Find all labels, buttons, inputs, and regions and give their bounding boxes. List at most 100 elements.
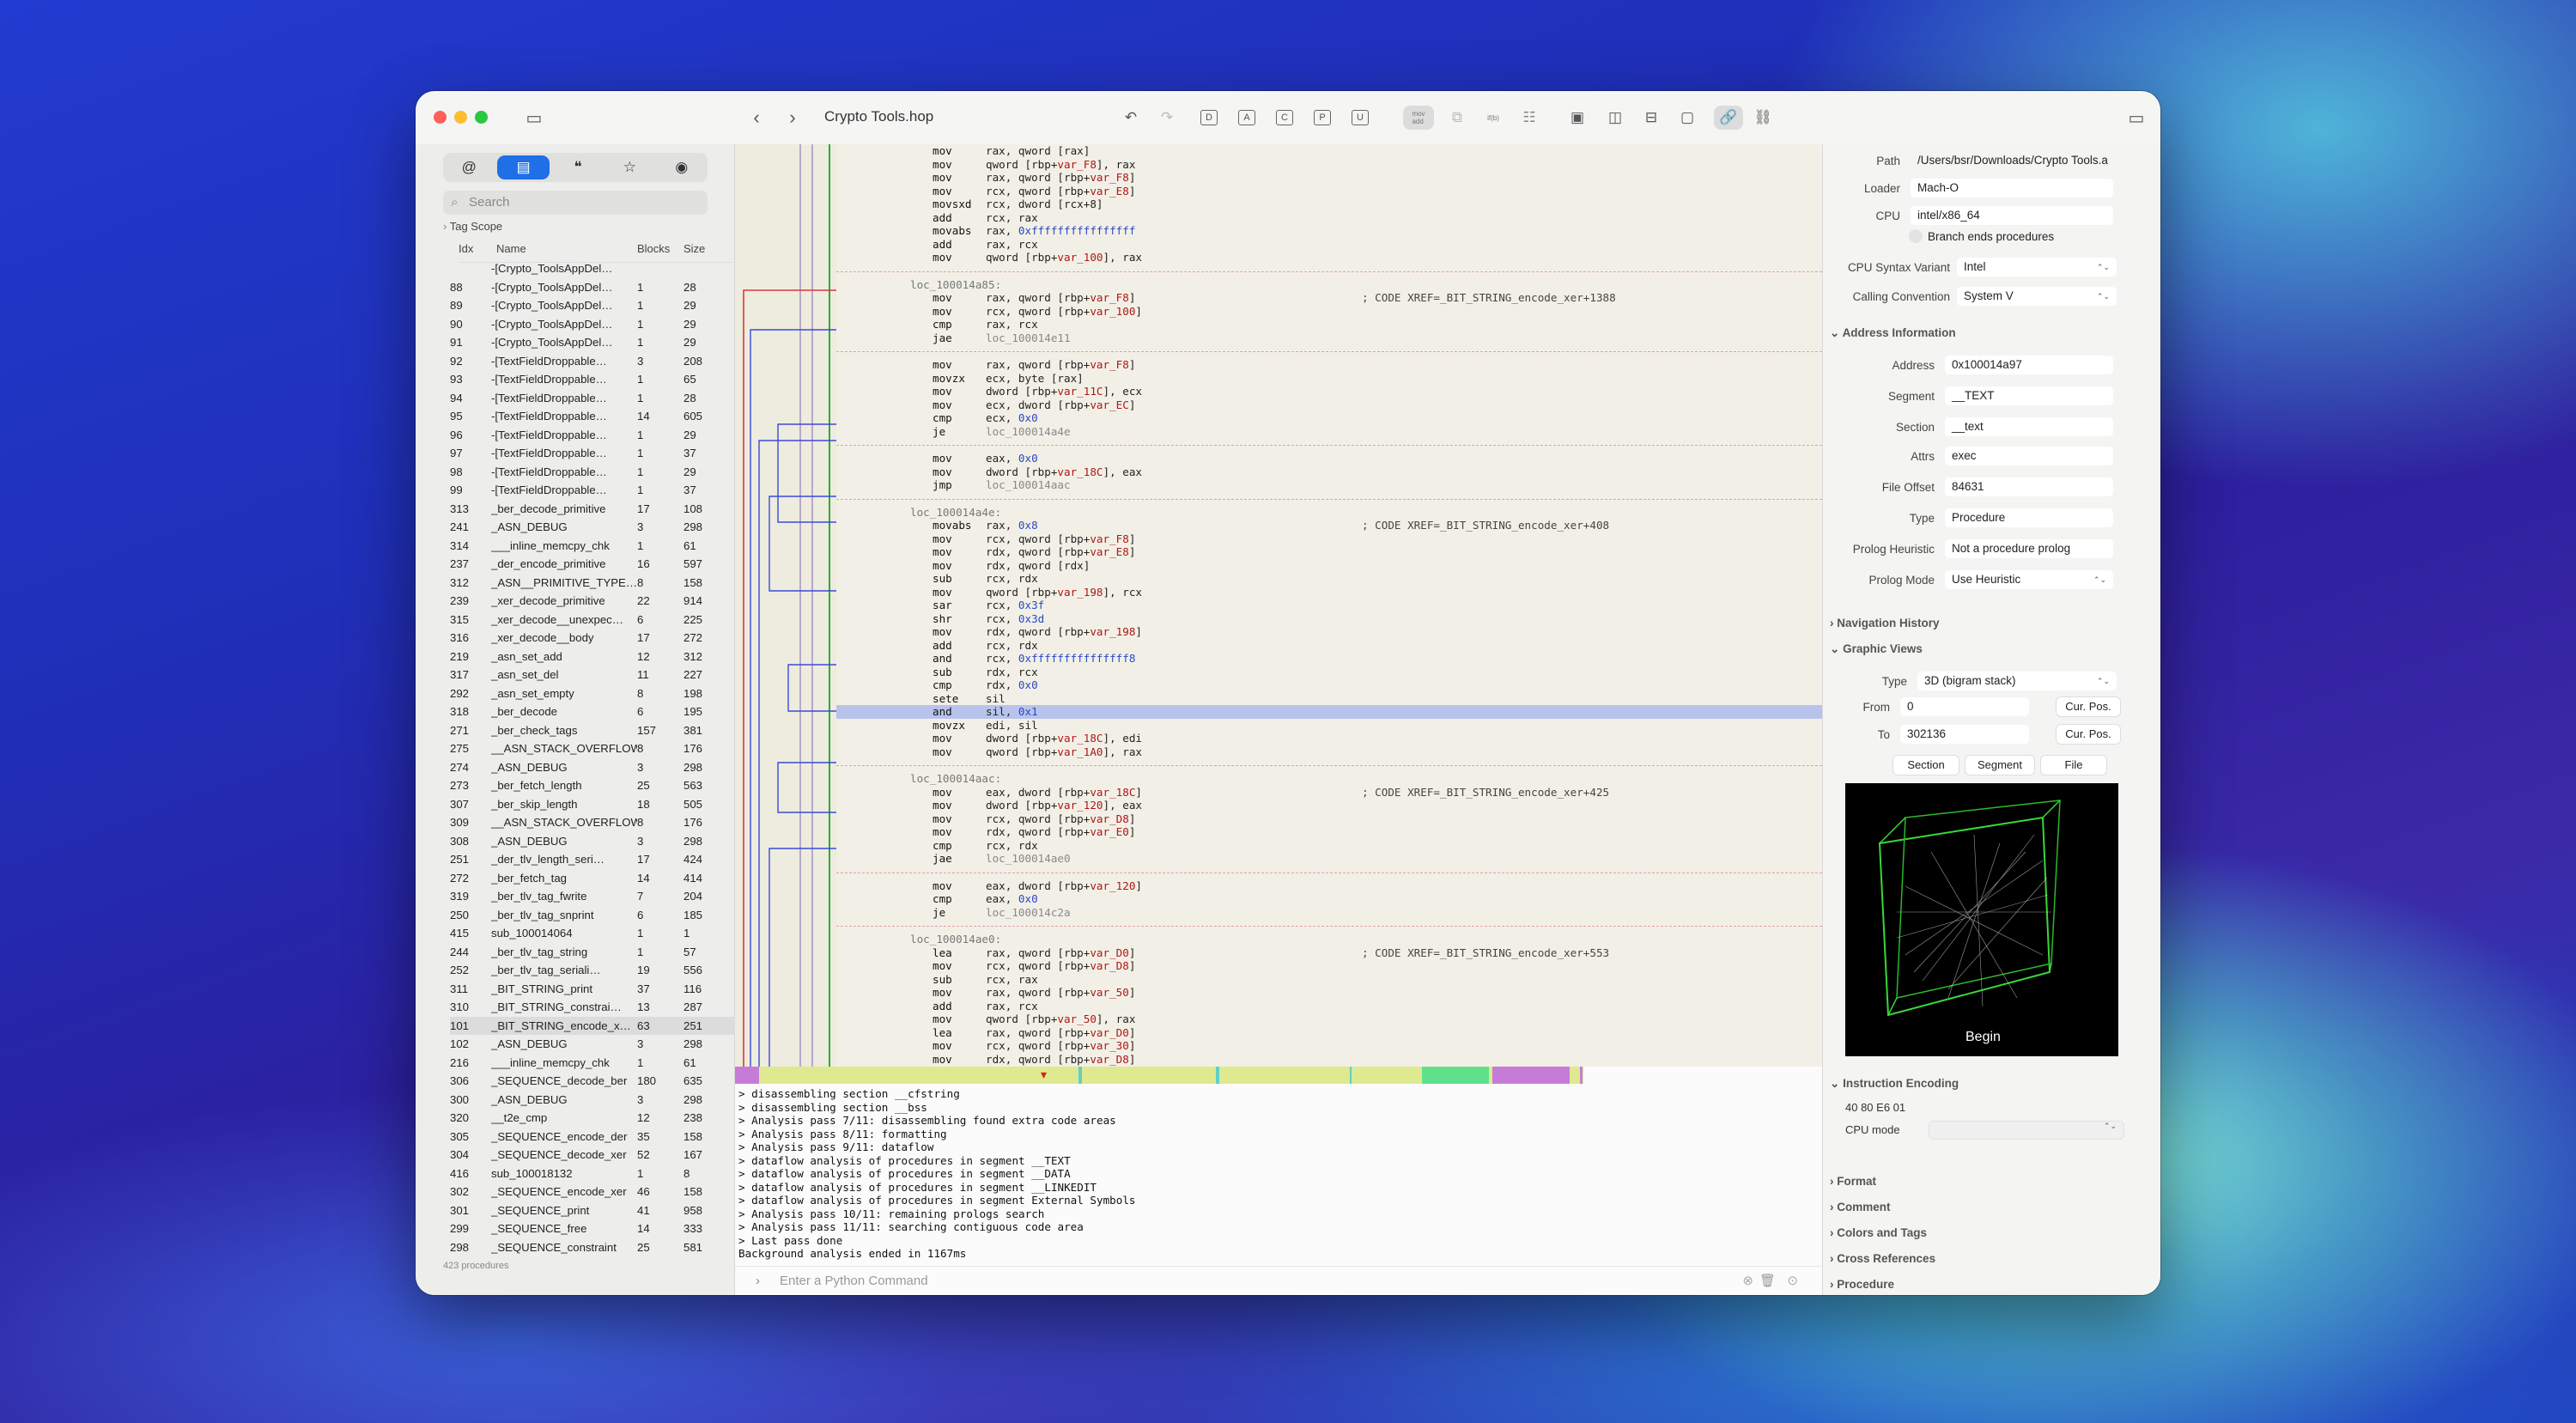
syntax-popup[interactable]: Intel (1957, 258, 2117, 277)
prolog-mode-popup[interactable]: Use Heuristic (1945, 570, 2113, 589)
bookmarks-tab-icon[interactable]: ☆ (604, 153, 655, 182)
clear-icon[interactable]: ⊗ (1742, 1267, 1753, 1295)
table-row[interactable]: 219 _asn_set_add 12 312 (450, 648, 735, 666)
redo-icon[interactable]: ↷ (1156, 106, 1178, 129)
layout-rows-icon[interactable]: ⊟ (1640, 106, 1662, 129)
instruction-line[interactable]: mov dword [rbp+var_18C], eax (836, 465, 1822, 479)
unlink-icon[interactable]: ⛓ (1752, 106, 1774, 129)
table-row[interactable]: 251 _der_tlv_length_seri… 17 424 (450, 850, 735, 869)
graphic-views-header[interactable]: ⌄ Graphic Views (1830, 642, 1923, 656)
data-mode-c-icon[interactable]: C (1276, 110, 1293, 125)
table-row[interactable]: 307 _ber_skip_length 18 505 (450, 795, 735, 814)
table-row[interactable]: 237 _der_encode_primitive 16 597 (450, 555, 735, 574)
file-offset-field[interactable]: 84631 (1945, 477, 2113, 496)
prolog-heuristic-field[interactable]: Not a procedure prolog (1945, 539, 2113, 558)
section-field[interactable]: __text (1945, 417, 2113, 436)
instruction-line[interactable]: movabs rax, 0x8 ; CODE XREF=_BIT_STRING_en… (836, 519, 1822, 532)
instruction-line[interactable]: mov rax, qword [rbp+var_50] (836, 986, 1822, 1000)
table-row[interactable]: 318 _ber_decode 6 195 (450, 702, 735, 721)
table-row[interactable]: 317 _asn_set_del 11 227 (450, 666, 735, 684)
close-window-button[interactable] (434, 111, 447, 124)
table-row[interactable]: 92 -[TextFieldDroppable… 3 208 (450, 352, 735, 371)
table-row[interactable]: 320 __t2e_cmp 12 238 (450, 1109, 735, 1128)
file-button[interactable]: File (2041, 756, 2106, 775)
instruction-line[interactable]: mov qword [rbp+var_198], rcx (836, 586, 1822, 599)
instruction-line[interactable]: mov qword [rbp+var_50], rax (836, 1013, 1822, 1026)
table-row[interactable]: 101 _BIT_STRING_encode_x… 63 251 (450, 1016, 735, 1035)
address-field[interactable]: 0x100014a97 (1945, 356, 2113, 374)
table-row[interactable]: 216 ___inline_memcpy_chk 1 61 (450, 1054, 735, 1073)
instruction-encoding-header[interactable]: ⌄ Instruction Encoding (1830, 1077, 1959, 1091)
navigation-history-header[interactable]: › Navigation History (1830, 617, 1940, 629)
data-mode-p-icon[interactable]: P (1314, 110, 1331, 125)
instruction-line[interactable]: mov rdx, qword [rbp+var_E8] (836, 545, 1822, 559)
instruction-line[interactable]: mov rax, qword [rbp+var_F8] ; CODE XREF=_B… (836, 291, 1822, 305)
instruction-line[interactable]: movabs rax, 0xffffffffffffffff (836, 224, 1822, 238)
table-row[interactable]: 252 _ber_tlv_tag_seriali… 19 556 (450, 961, 735, 980)
trash-icon[interactable]: 🗑 (1759, 1267, 1776, 1295)
instruction-line[interactable]: lea rax, qword [rbp+var_D0] (836, 1026, 1822, 1040)
instruction-line[interactable]: add rax, rcx (836, 1000, 1822, 1013)
tags-tab-icon[interactable]: ◉ (656, 153, 708, 182)
table-row[interactable]: 94 -[TextFieldDroppable… 1 28 (450, 389, 735, 408)
labels-tab-icon[interactable]: @ (443, 153, 495, 182)
to-cur-pos-button[interactable]: Cur. Pos. (2057, 725, 2120, 744)
instruction-line[interactable]: add rcx, rdx (836, 639, 1822, 653)
table-row[interactable]: 315 _xer_decode__unexpec… 6 225 (450, 611, 735, 629)
instruction-line[interactable]: movsxd rcx, dword [rcx+8] (836, 198, 1822, 211)
strings-tab-icon[interactable]: ❝ (552, 153, 604, 182)
table-row[interactable]: 239 _xer_decode_primitive 22 914 (450, 592, 735, 611)
stop-icon[interactable]: ⊙ (1787, 1267, 1798, 1295)
table-row[interactable]: 298 _SEQUENCE_constraint 25 581 (450, 1238, 735, 1256)
code-label-line[interactable]: loc_100014a85: (836, 278, 1822, 292)
format-header[interactable]: › Format (1830, 1175, 1876, 1188)
code-label-line[interactable]: loc_100014aac: (836, 772, 1822, 786)
instruction-line[interactable]: movzx ecx, byte [rax] (836, 372, 1822, 386)
instruction-line[interactable]: sar rcx, 0x3f (836, 599, 1822, 612)
layout-single-icon[interactable]: ▢ (1676, 106, 1698, 129)
instruction-line[interactable]: mov dword [rbp+var_120], eax (836, 799, 1822, 812)
instruction-line[interactable]: mov eax, 0x0 (836, 452, 1822, 465)
instruction-line[interactable]: mov rdx, qword [rbp+var_E0] (836, 825, 1822, 839)
table-row[interactable]: 309 __ASN_STACK_OVERFLOW… 8 176 (450, 813, 735, 832)
table-row[interactable]: 311 _BIT_STRING_print 37 116 (450, 980, 735, 999)
instruction-line[interactable]: mov rax, qword [rbp+var_F8] (836, 358, 1822, 372)
instruction-line[interactable]: je loc_100014c2a (836, 906, 1822, 920)
code-label-line[interactable]: loc_100014ae0: (836, 933, 1822, 946)
data-mode-a-icon[interactable]: A (1238, 110, 1255, 125)
loader-field[interactable]: Mach-O (1911, 179, 2113, 198)
instruction-line[interactable]: mov rax, qword [rbp+var_F8] (836, 171, 1822, 185)
type-field[interactable]: Procedure (1945, 508, 2113, 527)
table-row[interactable]: 250 _ber_tlv_tag_snprint 6 185 (450, 906, 735, 925)
table-row[interactable]: 244 _ber_tlv_tag_string 1 57 (450, 943, 735, 962)
instruction-line[interactable]: cmp eax, 0x0 (836, 892, 1822, 906)
table-row[interactable]: 102 _ASN_DEBUG 3 298 (450, 1035, 735, 1054)
cpu-mode-popup[interactable] (1929, 1122, 2123, 1139)
table-row[interactable]: 97 -[TextFieldDroppable… 1 37 (450, 444, 735, 463)
table-row[interactable]: 316 _xer_decode__body 17 272 (450, 629, 735, 648)
table-row[interactable]: 300 _ASN_DEBUG 3 298 (450, 1091, 735, 1110)
table-row[interactable]: 416 sub_100018132 1 8 (450, 1165, 735, 1183)
undo-icon[interactable]: ↶ (1120, 106, 1142, 129)
procedures-tab-icon[interactable]: ▤ (497, 155, 550, 179)
table-row[interactable]: 273 _ber_fetch_length 25 563 (450, 776, 735, 795)
table-row[interactable]: 299 _SEQUENCE_free 14 333 (450, 1219, 735, 1238)
table-row[interactable]: 95 -[TextFieldDroppable… 14 605 (450, 407, 735, 426)
table-row[interactable]: 275 __ASN_STACK_OVERFLOW… 8 176 (450, 739, 735, 758)
chip-icon[interactable]: ▣ (1566, 106, 1589, 129)
segment-navigation-bar[interactable]: ▾ (735, 1067, 1822, 1084)
table-row[interactable]: 304 _SEQUENCE_decode_xer 52 167 (450, 1146, 735, 1165)
instruction-line[interactable]: movzx edi, sil (836, 719, 1822, 733)
inspector-toggle-icon[interactable]: ▭ (2124, 106, 2148, 129)
table-row[interactable]: 272 _ber_fetch_tag 14 414 (450, 869, 735, 888)
from-cur-pos-button[interactable]: Cur. Pos. (2057, 697, 2120, 716)
table-row[interactable]: 91 -[Crypto_ToolsAppDel… 1 29 (450, 333, 735, 352)
table-row[interactable]: 310 _BIT_STRING_constrai… 13 287 (450, 998, 735, 1017)
table-row[interactable]: 88 -[Crypto_ToolsAppDel… 1 28 (450, 278, 735, 297)
instruction-line[interactable]: and rcx, 0xfffffffffffffff8 (836, 652, 1822, 666)
instruction-line[interactable]: jae loc_100014ae0 (836, 852, 1822, 866)
instruction-line[interactable]: mov qword [rbp+var_100], rax (836, 251, 1822, 265)
forward-arrow-icon[interactable]: › (783, 106, 802, 129)
gv-type-popup[interactable]: 3D (bigram stack) (1917, 672, 2117, 690)
table-row[interactable]: 292 _asn_set_empty 8 198 (450, 684, 735, 703)
